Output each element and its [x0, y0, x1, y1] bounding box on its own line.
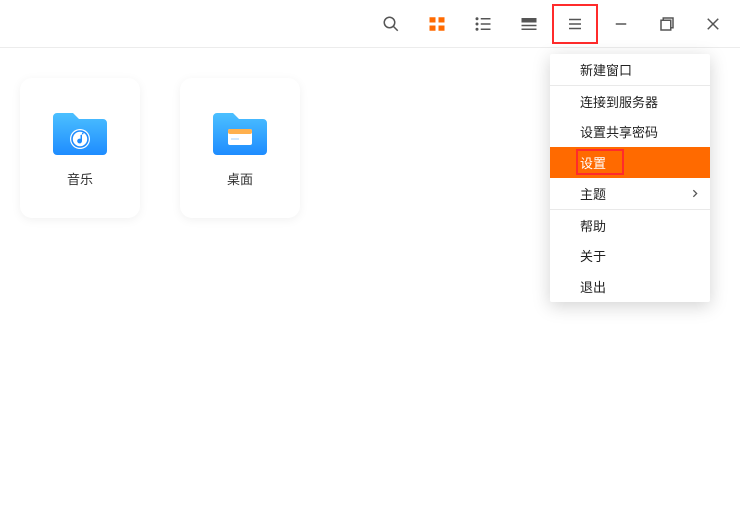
menu-item-label: 连接到服务器 [580, 92, 658, 111]
menu-item-connect-server[interactable]: 连接到服务器 [550, 85, 710, 116]
menu-item-label: 退出 [580, 277, 606, 296]
grid-view-button[interactable] [414, 4, 460, 44]
hamburger-menu-icon [566, 15, 584, 33]
maximize-button[interactable] [644, 4, 690, 44]
menu-item-label: 设置共享密码 [580, 122, 658, 141]
grid-view-icon [428, 15, 446, 33]
file-item-music[interactable]: 音乐 [20, 78, 140, 218]
menu-item-label: 帮助 [580, 216, 606, 235]
list-view-button[interactable] [460, 4, 506, 44]
main-menu-button[interactable] [552, 4, 598, 44]
search-button[interactable] [368, 4, 414, 44]
music-folder-icon [51, 109, 109, 157]
close-button[interactable] [690, 4, 736, 44]
compact-view-button[interactable] [506, 4, 552, 44]
maximize-icon [658, 15, 676, 33]
search-icon [382, 15, 400, 33]
menu-item-label: 设置 [580, 153, 606, 172]
menu-item-theme[interactable]: 主题 [550, 178, 710, 209]
menu-item-settings[interactable]: 设置 [550, 147, 710, 178]
menu-item-new-window[interactable]: 新建窗口 [550, 54, 710, 85]
minimize-button[interactable] [598, 4, 644, 44]
file-label: 音乐 [67, 169, 93, 188]
file-item-desktop[interactable]: 桌面 [180, 78, 300, 218]
menu-item-label: 主题 [580, 184, 606, 203]
list-view-icon [474, 15, 492, 33]
main-menu-dropdown: 新建窗口 连接到服务器 设置共享密码 设置 主题 帮助 关于 退出 [550, 54, 710, 302]
menu-item-about[interactable]: 关于 [550, 240, 710, 271]
compact-view-icon [520, 15, 538, 33]
close-icon [704, 15, 722, 33]
menu-item-label: 新建窗口 [580, 60, 632, 79]
desktop-folder-icon [211, 109, 269, 157]
menu-item-set-share-password[interactable]: 设置共享密码 [550, 116, 710, 147]
chevron-right-icon [690, 186, 700, 201]
menu-item-label: 关于 [580, 246, 606, 265]
toolbar [0, 0, 740, 48]
minimize-icon [612, 15, 630, 33]
menu-item-exit[interactable]: 退出 [550, 271, 710, 302]
menu-item-help[interactable]: 帮助 [550, 209, 710, 240]
file-label: 桌面 [227, 169, 253, 188]
